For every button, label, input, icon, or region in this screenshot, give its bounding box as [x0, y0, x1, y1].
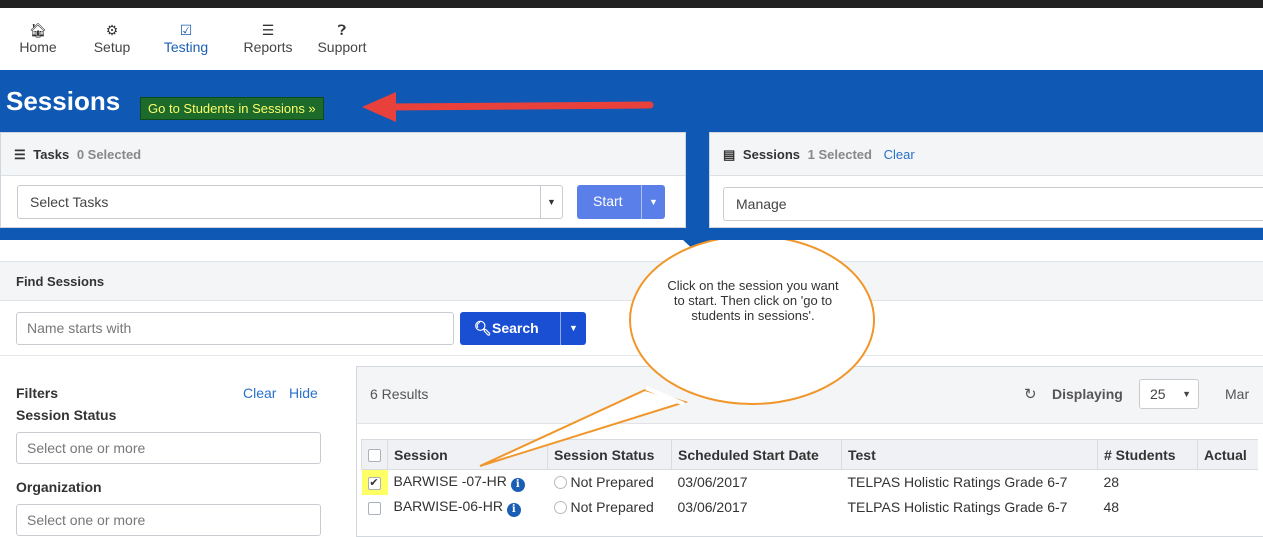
- top-nav: 🏠︎ Home ⚙ Setup ☑ Testing ☰ Reports ❓︎ S…: [0, 8, 1263, 70]
- session-name[interactable]: BARWISE-06-HR: [394, 498, 503, 514]
- chevron-down-icon: ▼: [540, 186, 562, 218]
- session-status-label: Session Status: [16, 407, 117, 423]
- col-actual[interactable]: Actual: [1197, 439, 1258, 470]
- manage-columns-link[interactable]: Mar: [1225, 386, 1249, 402]
- nav-support[interactable]: ❓︎ Support: [314, 22, 370, 55]
- sessions-header: ▤ Sessions 1 Selected Clear: [710, 133, 1263, 176]
- annotation-arrow: [362, 92, 654, 122]
- table-row[interactable]: BARWISE-06-HR i Not Prepared 03/06/2017 …: [362, 495, 1258, 520]
- start-button[interactable]: Start ▼: [577, 185, 665, 219]
- nav-reports[interactable]: ☰ Reports: [238, 22, 298, 55]
- session-status-filter[interactable]: Select one or more: [16, 432, 321, 464]
- top-bar: [0, 0, 1263, 8]
- nav-testing[interactable]: ☑ Testing: [160, 22, 212, 55]
- status-circle-icon: [553, 501, 567, 514]
- refresh-icon[interactable]: ↻: [1024, 385, 1037, 403]
- nav-setup[interactable]: ⚙ Setup: [88, 22, 136, 55]
- go-to-students-button[interactable]: Go to Students in Sessions »: [140, 97, 324, 120]
- callout-bubble: [479, 240, 875, 467]
- chevron-down-icon: ▼: [1182, 389, 1191, 399]
- select-all-checkbox[interactable]: [361, 439, 388, 470]
- page-title: Sessions: [6, 86, 121, 116]
- question-icon: ❓︎: [337, 22, 347, 38]
- callout-text: Click on the session you want to start. …: [667, 278, 839, 323]
- tasks-panel: ☰ Tasks 0 Selected Select Tasks ▼ Start …: [0, 132, 686, 228]
- check-icon: ✔: [367, 477, 381, 491]
- filters-hide-link[interactable]: Hide: [289, 385, 318, 401]
- per-page-select[interactable]: 25 ▼: [1139, 379, 1199, 409]
- results-count: 6 Results: [370, 386, 429, 402]
- list-icon: ▤: [723, 147, 736, 162]
- info-icon[interactable]: i: [506, 502, 521, 517]
- organization-filter[interactable]: Select one or more: [16, 504, 321, 536]
- row-checkbox-checked[interactable]: ✔: [361, 469, 388, 495]
- filters-clear-link[interactable]: Clear: [243, 385, 276, 401]
- reports-icon: ☰: [261, 22, 275, 38]
- row-checkbox[interactable]: [362, 495, 388, 520]
- checkbox-icon: ☑: [179, 22, 193, 38]
- col-students[interactable]: # Students: [1097, 439, 1198, 470]
- nav-home[interactable]: 🏠︎ Home: [18, 22, 58, 55]
- tasks-header: ☰ Tasks 0 Selected: [1, 133, 685, 176]
- gear-icon: ⚙: [105, 22, 119, 38]
- home-icon: 🏠︎: [29, 22, 47, 38]
- start-dropdown-toggle[interactable]: ▼: [641, 185, 665, 219]
- sessions-panel: ▤ Sessions 1 Selected Clear Manage: [709, 132, 1263, 228]
- filters-title: Filters: [16, 385, 59, 401]
- list-icon: ☰: [14, 147, 26, 162]
- manage-select[interactable]: Manage: [723, 187, 1263, 221]
- organization-label: Organization: [16, 479, 102, 495]
- sessions-clear-link[interactable]: Clear: [884, 147, 915, 162]
- search-input[interactable]: Name starts with: [16, 312, 454, 345]
- tasks-select[interactable]: Select Tasks ▼: [17, 185, 563, 219]
